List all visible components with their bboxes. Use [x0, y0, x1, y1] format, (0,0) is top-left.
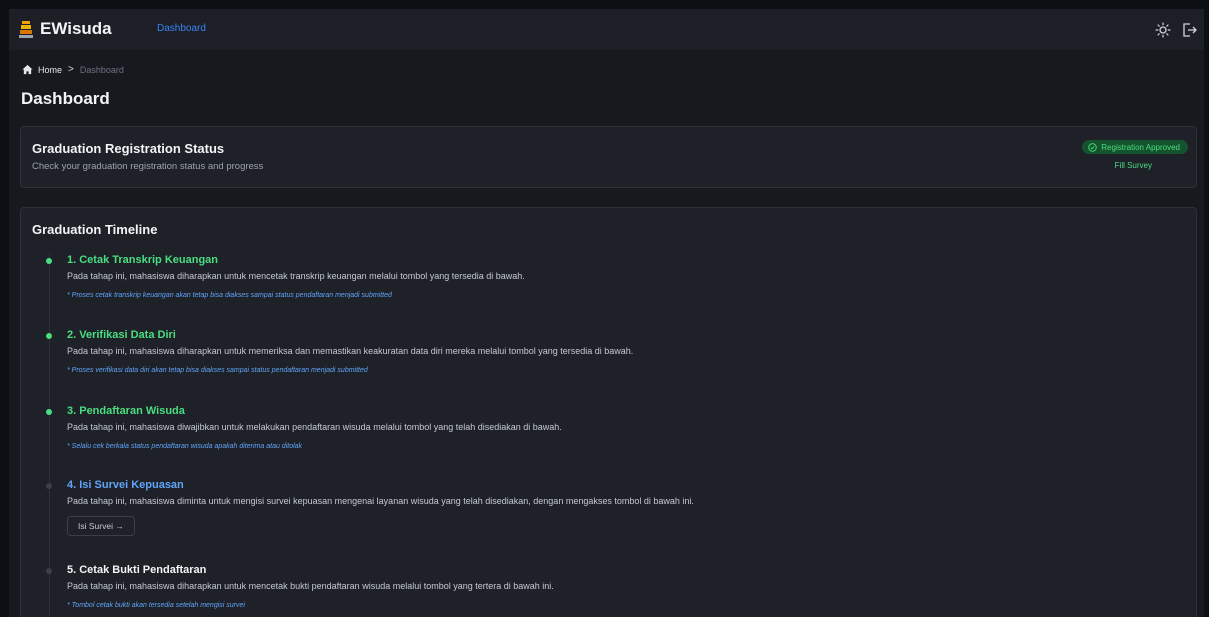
sun-icon[interactable]: [1155, 22, 1171, 38]
step-title: 1. Cetak Transkrip Keuangan: [67, 254, 218, 266]
breadcrumb: Home > Dashboard: [22, 64, 124, 75]
step-title: 3. Pendaftaran Wisuda: [67, 405, 185, 417]
step-status-dot: [46, 409, 52, 415]
registration-status-card: Graduation Registration Status Check you…: [20, 126, 1197, 188]
top-navbar: EWisuda Dashboard: [9, 9, 1204, 50]
nav-link-dashboard[interactable]: Dashboard: [157, 23, 206, 34]
graduation-logo-icon[interactable]: [19, 20, 33, 38]
check-circle-icon: [1088, 142, 1098, 152]
app-name[interactable]: EWisuda: [40, 19, 112, 39]
graduation-timeline-card: Graduation Timeline 1. Cetak Transkrip K…: [20, 207, 1197, 617]
home-icon[interactable]: [22, 64, 33, 75]
step-title: 2. Verifikasi Data Diri: [67, 329, 176, 341]
step-description: Pada tahap ini, mahasiswa diharapkan unt…: [67, 271, 525, 281]
status-card-title: Graduation Registration Status: [32, 141, 225, 156]
step-note: * Tombol cetak bukti akan tersedia setel…: [67, 602, 245, 609]
page-title: Dashboard: [21, 89, 110, 108]
step-note: * Proses verifikasi data diri akan tetap…: [67, 367, 368, 374]
status-badge-label: Registration Approved: [1101, 142, 1180, 152]
step-title: 5. Cetak Bukti Pendaftaran: [67, 564, 207, 576]
status-badge: Registration Approved: [1082, 140, 1188, 154]
status-card-description: Check your graduation registration statu…: [32, 161, 264, 172]
step-note: * Selalu cek berkala status pendaftaran …: [67, 443, 303, 450]
app-frame: EWisuda Dashboard Home > Dashboard Dashb…: [9, 9, 1204, 617]
step-status-dot: [46, 258, 52, 264]
step-title: 4. Isi Survei Kepuasan: [67, 479, 184, 491]
step-description: Pada tahap ini, mahasiswa diharapkan unt…: [67, 581, 554, 591]
fill-survey-link[interactable]: Fill Survey: [1115, 161, 1152, 170]
timeline-title: Graduation Timeline: [32, 222, 158, 237]
breadcrumb-current: Dashboard: [79, 64, 124, 75]
isi-survei-button[interactable]: Isi Survei →: [67, 516, 135, 536]
step-status-dot: [46, 483, 52, 489]
step-description: Pada tahap ini, mahasiswa diwajibkan unt…: [67, 422, 562, 432]
step-status-dot: [46, 333, 52, 339]
step-note: * Proses cetak transkrip keuangan akan t…: [67, 292, 392, 299]
timeline-connector: [49, 254, 50, 617]
step-description: Pada tahap ini, mahasiswa diharapkan unt…: [67, 346, 634, 356]
breadcrumb-home[interactable]: Home: [38, 65, 62, 75]
step-status-dot: [46, 568, 52, 574]
breadcrumb-separator: >: [68, 64, 74, 75]
logout-icon[interactable]: [1181, 22, 1197, 38]
step-description: Pada tahap ini, mahasiswa diminta untuk …: [67, 496, 694, 506]
